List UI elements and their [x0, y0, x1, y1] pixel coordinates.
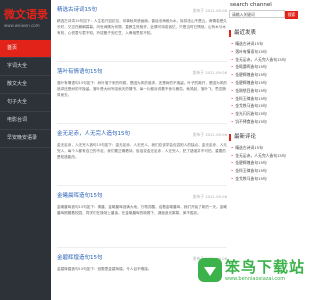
article-title[interactable]: 金曦晨晖造句15句	[57, 192, 187, 201]
bullet-icon: •	[231, 160, 234, 166]
bullet-icon: •	[231, 48, 234, 54]
article-date: 发布于 2021.09.06	[192, 70, 227, 75]
article-date: 发布于 2021.09.06	[192, 132, 227, 137]
logo-url: www.weiwen.com	[4, 23, 40, 28]
article-excerpt: 精选古诗词15句如下：人生若只如初见，何事秋风悲画扇。曾经沧海难为水，除却巫山不…	[57, 19, 227, 36]
recent-comment-link[interactable]: • 金科玉律造句15句	[229, 167, 300, 175]
article-excerpt: 落叶有情语句15句如下：树叶落下来的时候，是因为风的追求，还是树的不挽留。叶子的…	[57, 81, 227, 98]
bullet-icon: •	[231, 56, 234, 62]
article-date: 发布于 2021.09.06	[192, 8, 227, 13]
search-input[interactable]: 请输入关键词	[229, 10, 285, 18]
nav-item-movie-lines[interactable]: 电影台词	[0, 112, 51, 130]
article-item: 落叶有情语句15句 发布于 2021.09.06 落叶有情语句15句如下：树叶落…	[57, 68, 227, 124]
bullet-icon: •	[231, 72, 234, 78]
recent-post-link[interactable]: • 金碧辉煌造句15句	[229, 79, 300, 87]
nav-item-prose[interactable]: 散文大全	[0, 76, 51, 94]
recent-comments-widget: 最新评论 • 精选古诗词15句 • 金无足赤，人无完人造句15句 • 金碧辉煌造句15…	[229, 133, 300, 183]
sidebar: 微文语录 www.weiwen.com 首页 字词大全 散文大全 句子大全 电影…	[0, 0, 51, 300]
recent-comment-link[interactable]: • 金戈铁马造句15句	[229, 175, 300, 183]
nav-item-greetings[interactable]: 早安晚安语录	[0, 130, 51, 148]
recent-post-link[interactable]: • 金碧辉煌造句15句	[229, 71, 300, 79]
widget-title: 最近发表	[229, 30, 300, 37]
recent-posts-widget: 最近发表 • 精选古诗词15句 • 落叶有情语句15句 • 金无足赤，人无完人造句15…	[229, 30, 300, 126]
recent-comment-link[interactable]: • 金无足赤，人无完人造句15句	[229, 152, 300, 160]
search-title: search channel	[230, 2, 272, 8]
bullet-icon: •	[231, 144, 234, 150]
download-arrow-icon	[198, 258, 222, 282]
article-item: 金无足赤，人无完人造句15句 发布于 2021.09.06 金无足赤，人无完人造…	[57, 130, 227, 186]
recent-post-link[interactable]: • 金无足赤，人无完人造句15句	[229, 56, 300, 64]
bullet-icon: •	[231, 95, 234, 101]
watermark: 笨鸟下载站 www.benniaoxiazai.com	[198, 254, 304, 298]
recent-post-link[interactable]: • 金戈铁马造句15句	[229, 102, 300, 110]
article-title[interactable]: 精选古诗词15句	[57, 6, 187, 15]
recent-post-link[interactable]: • 落叶有情语句15句	[229, 48, 300, 56]
article-title[interactable]: 金碧辉煌造句15句	[57, 254, 187, 263]
article-item: 精选古诗词15句 发布于 2021.09.06 精选古诗词15句如下：人生若只如…	[57, 6, 227, 62]
bullet-icon: •	[231, 64, 234, 70]
right-sidebar: search channel 请输入关键词 搜索 最近发表 • 精选古诗词15句 …	[229, 0, 300, 183]
site-logo[interactable]: 微文语录 www.weiwen.com	[4, 6, 48, 30]
article-excerpt: 金曦晨晖造句15句如下：清晨，金曦晨晖洒满大地，万物苏醒。迎着金曦晨晖，我们开始…	[57, 205, 227, 216]
article-title[interactable]: 落叶有情语句15句	[57, 68, 187, 77]
bullet-icon: •	[231, 103, 234, 109]
main-nav: 首页 字词大全 散文大全 句子大全 电影台词 早安晚安语录	[0, 40, 51, 148]
bullet-icon: •	[231, 175, 234, 181]
nav-item-sentences[interactable]: 句子大全	[0, 94, 51, 112]
bullet-icon: •	[231, 79, 234, 85]
search-button[interactable]: 搜索	[285, 11, 298, 19]
bullet-icon: •	[231, 87, 234, 93]
widget-title: 最新评论	[229, 133, 300, 141]
article-date: 发布于 2021.09.06	[192, 194, 227, 199]
recent-post-link[interactable]: • 金科玉律造句15句	[229, 95, 300, 103]
bullet-icon: •	[231, 168, 234, 174]
nav-item-words[interactable]: 字词大全	[0, 58, 51, 76]
recent-comment-link[interactable]: • 金碧辉煌造句15句	[229, 159, 300, 167]
article-item: 金曦晨晖造句15句 发布于 2021.09.06 金曦晨晖造句15句如下：清晨，…	[57, 192, 227, 248]
bullet-icon: •	[231, 41, 234, 46]
watermark-text: 笨鸟下载站	[225, 258, 306, 276]
watermark-url: www.benniaoxiazai.com	[225, 276, 286, 282]
search-box: 请输入关键词 搜索	[229, 10, 300, 20]
recent-comment-link[interactable]: • 精选古诗词15句	[229, 144, 300, 152]
recent-post-link[interactable]: • 饥不择食造句15句	[229, 118, 300, 126]
article-list: 精选古诗词15句 发布于 2021.09.06 精选古诗词15句如下：人生若只如…	[57, 6, 227, 285]
recent-post-link[interactable]: • 金刚怒目造句15句	[229, 87, 300, 95]
recent-post-link[interactable]: • 精选古诗词15句	[229, 40, 300, 48]
bullet-icon: •	[231, 111, 234, 117]
bullet-icon: •	[231, 152, 234, 158]
recent-post-link[interactable]: • 金光闪闪造句15句	[229, 110, 300, 118]
bullet-icon: •	[231, 118, 234, 124]
article-excerpt: 金无足赤，人无完人造句15句如下：金无足赤，人无完人，我们应该学会包容别人的缺点…	[57, 143, 227, 160]
article-title[interactable]: 金无足赤，人无完人造句15句	[57, 130, 187, 139]
nav-item-home[interactable]: 首页	[0, 40, 51, 58]
recent-post-link[interactable]: • 金曦晨晖造句15句	[229, 63, 300, 71]
logo-text: 微文语录	[4, 8, 48, 21]
